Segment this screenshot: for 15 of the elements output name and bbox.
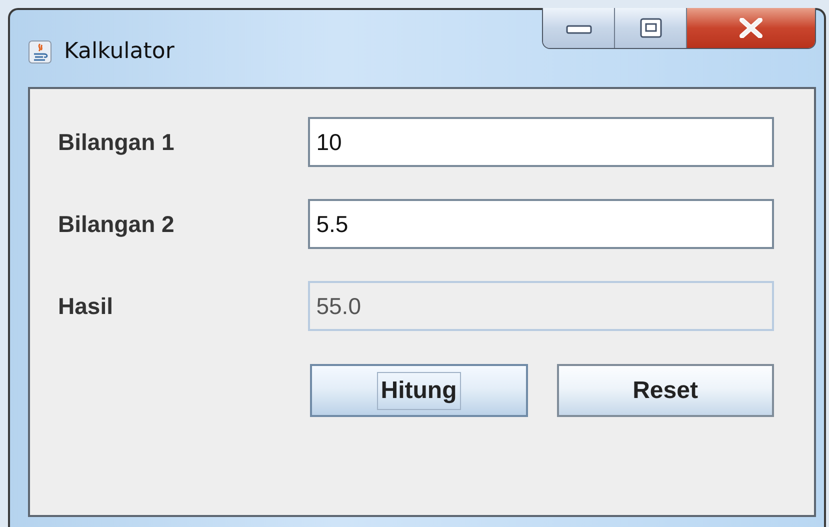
restore-icon — [640, 18, 662, 38]
field-label: Bilangan 1 — [58, 128, 176, 156]
field-label: Bilangan 2 — [58, 210, 176, 238]
window-title: Kalkulator — [64, 39, 174, 64]
close-icon — [738, 18, 764, 38]
input-field[interactable]: 55.0 — [308, 281, 774, 331]
field-label: Hasil — [58, 292, 114, 320]
maximize-button[interactable] — [615, 8, 687, 48]
close-button[interactable] — [687, 8, 815, 48]
action-button[interactable]: Reset — [556, 364, 774, 417]
minimize-button[interactable] — [543, 8, 615, 48]
app-icon — [28, 40, 52, 64]
action-button[interactable]: Hitung — [310, 364, 528, 417]
input-field[interactable]: 10 — [308, 117, 774, 167]
input-field[interactable]: 5.5 — [308, 199, 774, 249]
